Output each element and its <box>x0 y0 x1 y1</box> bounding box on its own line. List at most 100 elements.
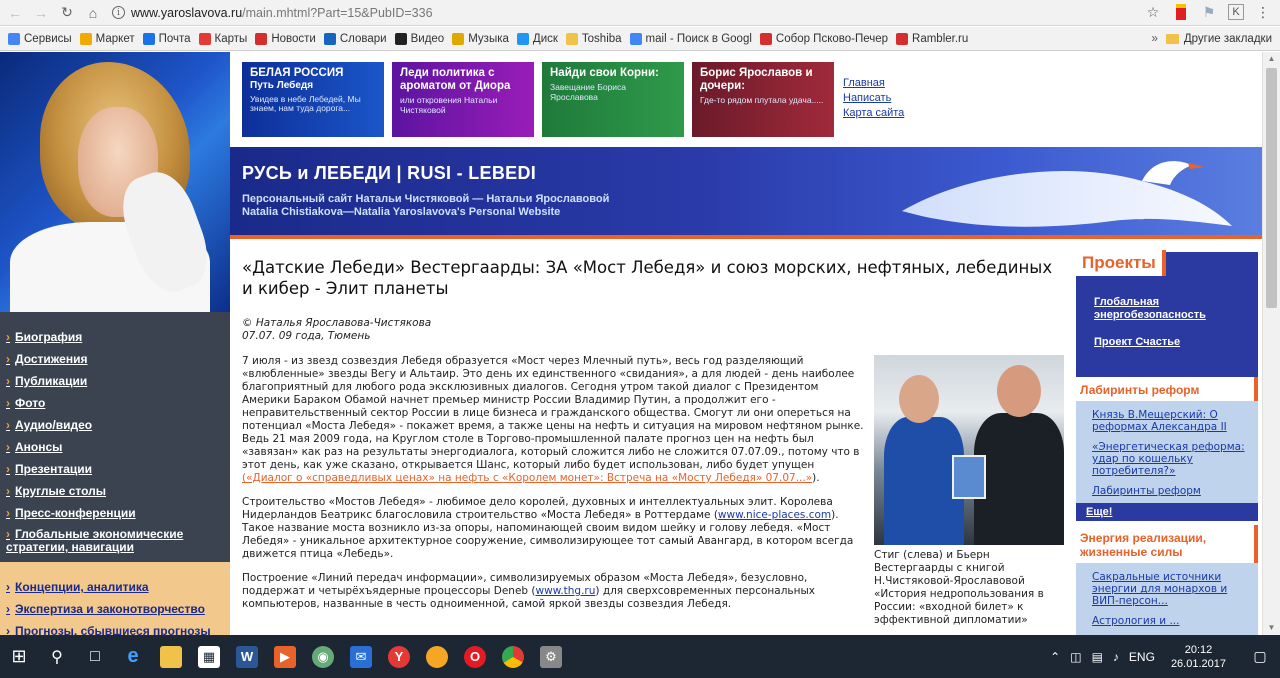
menu-item[interactable]: Концепции, аналитика <box>0 580 230 602</box>
menu-item[interactable]: Презентации <box>0 462 230 484</box>
tile-title: БЕЛАЯ РОССИЯ <box>250 67 344 79</box>
labyrinth-link[interactable]: «Энергетическая реформа: удар по кошельк… <box>1092 441 1252 477</box>
bookmarks-overflow-button[interactable]: » <box>1151 33 1157 45</box>
mail-icon[interactable]: ✉ <box>342 635 380 678</box>
extension-icon[interactable]: ⚑ <box>1200 3 1218 21</box>
top-link[interactable]: Карта сайта <box>843 106 904 121</box>
energy-link[interactable]: Сакральные источники энергии для монархо… <box>1092 571 1252 607</box>
bookmark-item[interactable]: Словари <box>323 32 387 45</box>
projects-heading: Проекты <box>1076 250 1166 276</box>
language-indicator[interactable]: ENG <box>1129 650 1155 664</box>
bookmark-item[interactable]: Rambler.ru <box>896 32 968 45</box>
edge-icon[interactable]: e <box>114 635 152 678</box>
photo-image <box>874 355 1064 545</box>
menu-item[interactable]: Экспертиза и законотворчество <box>0 602 230 624</box>
menu-item[interactable]: Публикации <box>0 374 230 396</box>
menu-item[interactable]: Анонсы <box>0 440 230 462</box>
bookmark-label: Маркет <box>95 32 135 45</box>
yandex-browser-icon[interactable]: Y <box>380 635 418 678</box>
file-explorer-icon[interactable] <box>152 635 190 678</box>
nice-places-link[interactable]: www.nice-places.com <box>718 509 831 521</box>
url-field[interactable]: i www.yaroslavova.ru/main.mhtml?Part=15&… <box>112 6 433 20</box>
bookmark-item[interactable]: Диск <box>516 32 558 45</box>
menu-item[interactable]: Фото <box>0 396 230 418</box>
media-player-icon[interactable]: ▶ <box>266 635 304 678</box>
more-link[interactable]: Еще! <box>1076 503 1258 521</box>
bookmark-item[interactable]: Музыка <box>452 32 509 45</box>
bookmark-item[interactable]: Карты <box>198 32 248 45</box>
opera-icon[interactable]: O <box>456 635 494 678</box>
network-icon[interactable]: ▤ <box>1092 650 1103 664</box>
bookmark-icon <box>79 32 92 45</box>
energy-link[interactable]: Астрология и ... <box>1092 615 1252 627</box>
volume-icon[interactable]: ♪ <box>1113 650 1119 664</box>
app-misc-icon[interactable]: ⚙ <box>532 635 570 678</box>
other-bookmarks[interactable]: Другие закладки <box>1165 33 1272 45</box>
bookmark-item[interactable]: Собор Псково-Печер <box>759 32 888 45</box>
thg-link[interactable]: www.thg.ru <box>536 585 596 597</box>
menu-item[interactable]: Биография <box>0 330 230 352</box>
star-icon[interactable]: ☆ <box>1144 3 1162 21</box>
bookmark-item[interactable]: Сервисы <box>8 32 72 45</box>
feature-tile[interactable]: Найди свои Корни: Завещание Бориса Яросла… <box>542 62 684 137</box>
bookmark-item[interactable]: Новости <box>255 32 316 45</box>
scroll-thumb[interactable] <box>1266 68 1277 308</box>
top-link[interactable]: Написать <box>843 91 904 106</box>
notifications-icon[interactable]: ▢ <box>1240 635 1280 678</box>
labyrinth-link[interactable]: Князь В.Мещерский: О реформах Александра… <box>1092 409 1252 433</box>
portrait-photo <box>0 52 230 312</box>
word-icon[interactable]: W <box>228 635 266 678</box>
menu-icon[interactable]: ⋮ <box>1254 3 1272 21</box>
forward-icon[interactable]: → <box>30 2 52 24</box>
store-icon[interactable]: ▦ <box>190 635 228 678</box>
menu-item[interactable]: Достижения <box>0 352 230 374</box>
menu-item[interactable]: Аудио/видео <box>0 418 230 440</box>
app-globe-icon[interactable]: ◉ <box>304 635 342 678</box>
bookmark-icon <box>8 32 20 45</box>
chrome-icon[interactable] <box>494 635 532 678</box>
bookmark-icon <box>255 32 268 45</box>
menu-item[interactable]: Глобальные экономические стратегии, нави… <box>0 528 230 558</box>
page-scrollbar[interactable]: ▲ ▼ <box>1262 52 1280 635</box>
site-title: РУСЬ и ЛЕБЕДИ | RUSI - LEBEDI <box>242 163 537 183</box>
labyrinth-link[interactable]: Лабиринты реформ <box>1092 485 1252 497</box>
feature-tile[interactable]: Борис Ярославов и дочери: Где-то рядом пл… <box>692 62 834 137</box>
energy-heading: Энергия реализации, жизненные силы <box>1076 525 1258 563</box>
project-link-energy[interactable]: Глобальная энергобезопасность <box>1076 296 1258 322</box>
bookmark-item[interactable]: Почта <box>142 32 191 45</box>
bookmark-item[interactable]: mail - Поиск в Googl <box>629 32 752 45</box>
search-icon[interactable]: ⚲ <box>38 635 76 678</box>
tray-chevron-icon[interactable]: ⌃ <box>1050 650 1060 664</box>
clock[interactable]: 20:12 26.01.2017 <box>1171 643 1226 671</box>
extension-bookmark-icon[interactable] <box>1172 3 1190 21</box>
feature-tile[interactable]: Леди политика с ароматом от Диора или отк… <box>392 62 534 137</box>
top-link[interactable]: Главная <box>843 76 904 91</box>
menu-item[interactable]: Прогнозы, сбывшиеся прогнозы <box>0 624 230 635</box>
back-icon[interactable]: ← <box>4 2 26 24</box>
menu-item[interactable]: Пресс-конференции <box>0 506 230 528</box>
windows-start-icon[interactable]: ⊞ <box>0 635 38 678</box>
scroll-up-icon[interactable]: ▲ <box>1263 52 1280 66</box>
bookmark-item[interactable]: Маркет <box>79 32 135 45</box>
project-link-happiness[interactable]: Проект Счастье <box>1076 336 1258 349</box>
home-icon[interactable]: ⌂ <box>82 2 104 24</box>
feature-tile[interactable]: БЕЛАЯ РОССИЯ Путь Лебедя Увидев в небе Леб… <box>242 62 384 137</box>
bookmark-label: Карты <box>214 32 248 45</box>
extension-k-icon[interactable]: K <box>1228 4 1244 20</box>
dialog-link[interactable]: («Диалог о «справедливых ценах» на нефть… <box>242 472 812 484</box>
tray-icon[interactable]: ◫ <box>1070 650 1081 664</box>
menu-item[interactable]: Круглые столы <box>0 484 230 506</box>
scroll-down-icon[interactable]: ▼ <box>1263 621 1280 635</box>
site-subtitle-ru: Персональный сайт Натальи Чистяковой — Н… <box>242 193 610 205</box>
tile-text: или откровения Натальи Чистяковой <box>400 95 498 115</box>
bookmark-label: Почта <box>158 32 191 45</box>
app-orange-icon[interactable] <box>418 635 456 678</box>
tile-title: Борис Ярославов и дочери: <box>700 67 813 93</box>
reload-icon[interactable]: ↻ <box>56 2 78 24</box>
site-banner: БЕЛАЯ РОССИЯ Путь Лебедя Увидев в небе Леб… <box>230 52 1262 242</box>
info-icon[interactable]: i <box>112 6 125 19</box>
bookmark-item[interactable]: Toshiba <box>565 32 622 45</box>
tile-text: Завещание Бориса Ярославова <box>550 82 627 102</box>
bookmark-item[interactable]: Видео <box>394 32 444 45</box>
task-view-icon[interactable]: □ <box>76 635 114 678</box>
